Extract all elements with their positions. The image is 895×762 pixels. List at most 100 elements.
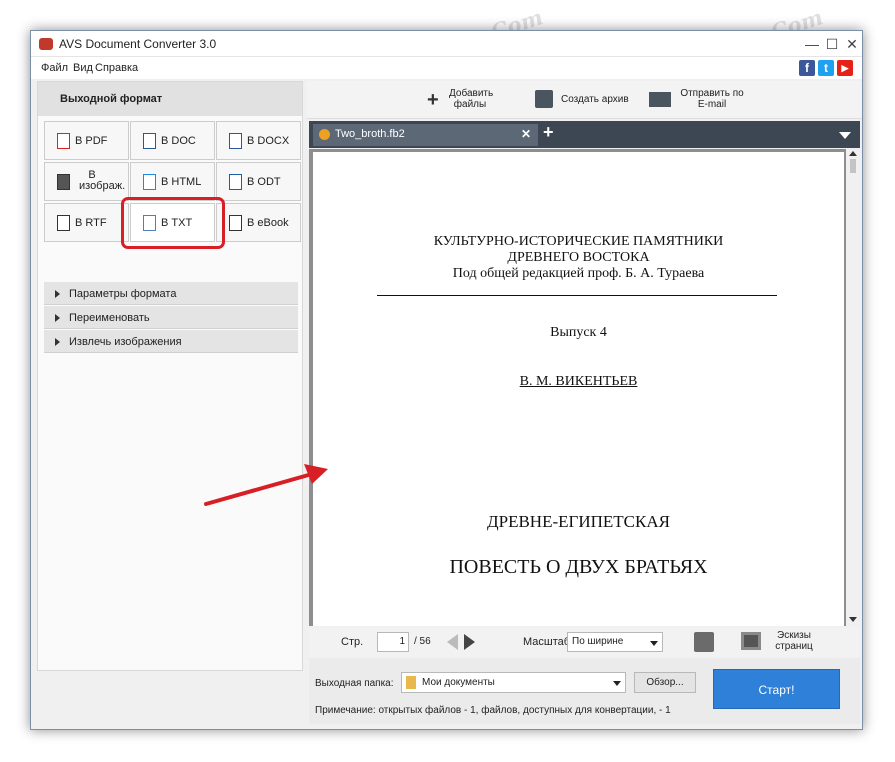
- ebook-file-icon: [229, 215, 242, 231]
- format-label: В PDF: [75, 135, 108, 147]
- doc-issue: Выпуск 4: [550, 325, 607, 340]
- send-email-button[interactable]: Отправить по E-mail: [647, 86, 767, 114]
- format-label: В DOC: [161, 135, 196, 147]
- output-folder-value: Мои документы: [422, 677, 495, 688]
- doc-title: ПОВЕСТЬ О ДВУХ БРАТЬЯХ: [449, 556, 708, 578]
- fb2-file-icon: [319, 129, 330, 140]
- create-archive-button[interactable]: Создать архив: [533, 86, 633, 114]
- next-page-icon[interactable]: [464, 634, 475, 650]
- doc-series-title: КУЛЬТУРНО-ИСТОРИЧЕСКИЕ ПАМЯТНИКИ: [433, 234, 724, 249]
- section-label: Параметры формата: [69, 288, 177, 300]
- expand-arrow-icon: [55, 290, 60, 298]
- close-tab-icon[interactable]: ✕: [521, 127, 531, 141]
- app-window: AVS Document Converter 3.0 — ☐ ✕ Файл Ви…: [30, 30, 863, 730]
- format-label: В HTML: [161, 176, 202, 188]
- format-rtf-button[interactable]: В RTF: [44, 203, 129, 242]
- output-settings-bar: Выходная папка: Мои документы Обзор... С…: [309, 658, 860, 724]
- format-image-button[interactable]: В изображ.: [44, 162, 129, 201]
- menu-help[interactable]: Справка: [95, 62, 138, 74]
- doc-subtitle: ДРЕВНЕ-ЕГИПЕТСКАЯ: [487, 512, 670, 531]
- minimize-button[interactable]: —: [803, 35, 821, 53]
- print-icon[interactable]: [694, 632, 714, 652]
- format-label: В eBook: [247, 217, 289, 229]
- app-logo-icon: [39, 38, 53, 50]
- scroll-down-icon[interactable]: [849, 617, 857, 622]
- title-bar: AVS Document Converter 3.0 — ☐ ✕: [31, 31, 862, 57]
- tab-two-broth[interactable]: Two_broth.fb2 ✕: [313, 124, 538, 146]
- section-label: Извлечь изображения: [69, 336, 182, 348]
- annotation-arrow: [204, 464, 328, 506]
- selection-highlight: [121, 197, 225, 249]
- add-tab-button[interactable]: +: [543, 122, 554, 143]
- section-rename[interactable]: Переименовать: [44, 306, 298, 329]
- tabs-dropdown-icon[interactable]: [839, 132, 851, 139]
- doc-file-icon: [143, 133, 156, 149]
- facebook-icon[interactable]: f: [799, 60, 815, 76]
- document-preview[interactable]: КУЛЬТУРНО-ИСТОРИЧЕСКИЕ ПАМЯТНИКИ ДРЕВНЕГ…: [309, 149, 860, 626]
- youtube-icon[interactable]: ▶: [837, 60, 853, 76]
- send-email-label: Отправить по E-mail: [680, 88, 744, 110]
- doc-author: В. М. ВИКЕНТЬЕВ: [519, 374, 638, 389]
- format-html-button[interactable]: В HTML: [130, 162, 215, 201]
- format-docx-button[interactable]: В DOCX: [216, 121, 301, 160]
- chevron-down-icon: [613, 681, 621, 686]
- section-extract-images[interactable]: Извлечь изображения: [44, 330, 298, 353]
- output-folder-label: Выходная папка:: [315, 678, 394, 689]
- zoom-label: Масштаб: [523, 636, 571, 648]
- section-label: Переименовать: [69, 312, 150, 324]
- conversion-note: Примечание: открытых файлов - 1, файлов,…: [315, 705, 671, 716]
- doc-editor: Под общей редакцией проф. Б. А. Тураева: [452, 266, 705, 281]
- format-label: В DOCX: [247, 135, 290, 147]
- menu-bar: Файл Вид Справка: [31, 57, 862, 79]
- zoom-select[interactable]: По ширине: [567, 632, 663, 652]
- expand-arrow-icon: [55, 338, 60, 346]
- menu-view[interactable]: Вид: [73, 62, 93, 74]
- browse-button[interactable]: Обзор...: [634, 672, 696, 693]
- format-ebook-button[interactable]: В eBook: [216, 203, 301, 242]
- format-label: В изображ.: [79, 169, 126, 192]
- envelope-icon: [649, 92, 671, 107]
- expand-arrow-icon: [55, 314, 60, 322]
- thumbnails-icon[interactable]: [741, 632, 761, 650]
- format-label: В RTF: [75, 217, 107, 229]
- main-toolbar: + Добавить файлы Создать архив Отправить…: [307, 81, 862, 119]
- start-button[interactable]: Старт!: [713, 669, 840, 709]
- scroll-up-icon[interactable]: [849, 151, 857, 156]
- html-file-icon: [143, 174, 156, 190]
- vertical-scrollbar[interactable]: [846, 149, 860, 626]
- output-format-header: Выходной формат: [38, 82, 302, 116]
- rtf-file-icon: [57, 215, 70, 231]
- close-button[interactable]: ✕: [843, 35, 861, 53]
- add-files-button[interactable]: + Добавить файлы: [425, 86, 495, 114]
- image-file-icon: [57, 174, 70, 190]
- document-tab-bar: Two_broth.fb2 ✕ +: [309, 121, 860, 148]
- tab-label: Two_broth.fb2: [335, 128, 405, 140]
- add-files-label: Добавить файлы: [449, 88, 494, 110]
- archive-icon: [535, 90, 553, 108]
- zoom-value: По ширине: [572, 636, 624, 647]
- maximize-button[interactable]: ☐: [823, 35, 841, 53]
- pdf-file-icon: [57, 133, 70, 149]
- section-format-options[interactable]: Параметры формата: [44, 282, 298, 305]
- format-odt-button[interactable]: В ODT: [216, 162, 301, 201]
- page-number-input[interactable]: 1: [377, 632, 409, 652]
- thumbnails-label[interactable]: Эскизы страниц: [769, 630, 819, 652]
- format-doc-button[interactable]: В DOC: [130, 121, 215, 160]
- twitter-icon[interactable]: t: [818, 60, 834, 76]
- odt-file-icon: [229, 174, 242, 190]
- output-format-panel: Выходной формат В PDF В DOC В DOCX В изо…: [37, 81, 303, 671]
- format-label: В ODT: [247, 176, 281, 188]
- prev-page-icon[interactable]: [447, 634, 458, 650]
- output-folder-select[interactable]: Мои документы: [401, 672, 626, 693]
- format-pdf-button[interactable]: В PDF: [44, 121, 129, 160]
- folder-icon: [406, 676, 416, 689]
- scroll-thumb[interactable]: [850, 159, 856, 173]
- menu-file[interactable]: Файл: [41, 62, 68, 74]
- docx-file-icon: [229, 133, 242, 149]
- create-archive-label: Создать архив: [561, 94, 629, 105]
- page-total: / 56: [414, 636, 431, 647]
- doc-series-subtitle: ДРЕВНЕГО ВОСТОКА: [507, 250, 650, 265]
- chevron-down-icon: [650, 641, 658, 646]
- document-page: КУЛЬТУРНО-ИСТОРИЧЕСКИЕ ПАМЯТНИКИ ДРЕВНЕГ…: [313, 152, 844, 626]
- window-title: AVS Document Converter 3.0: [59, 37, 217, 51]
